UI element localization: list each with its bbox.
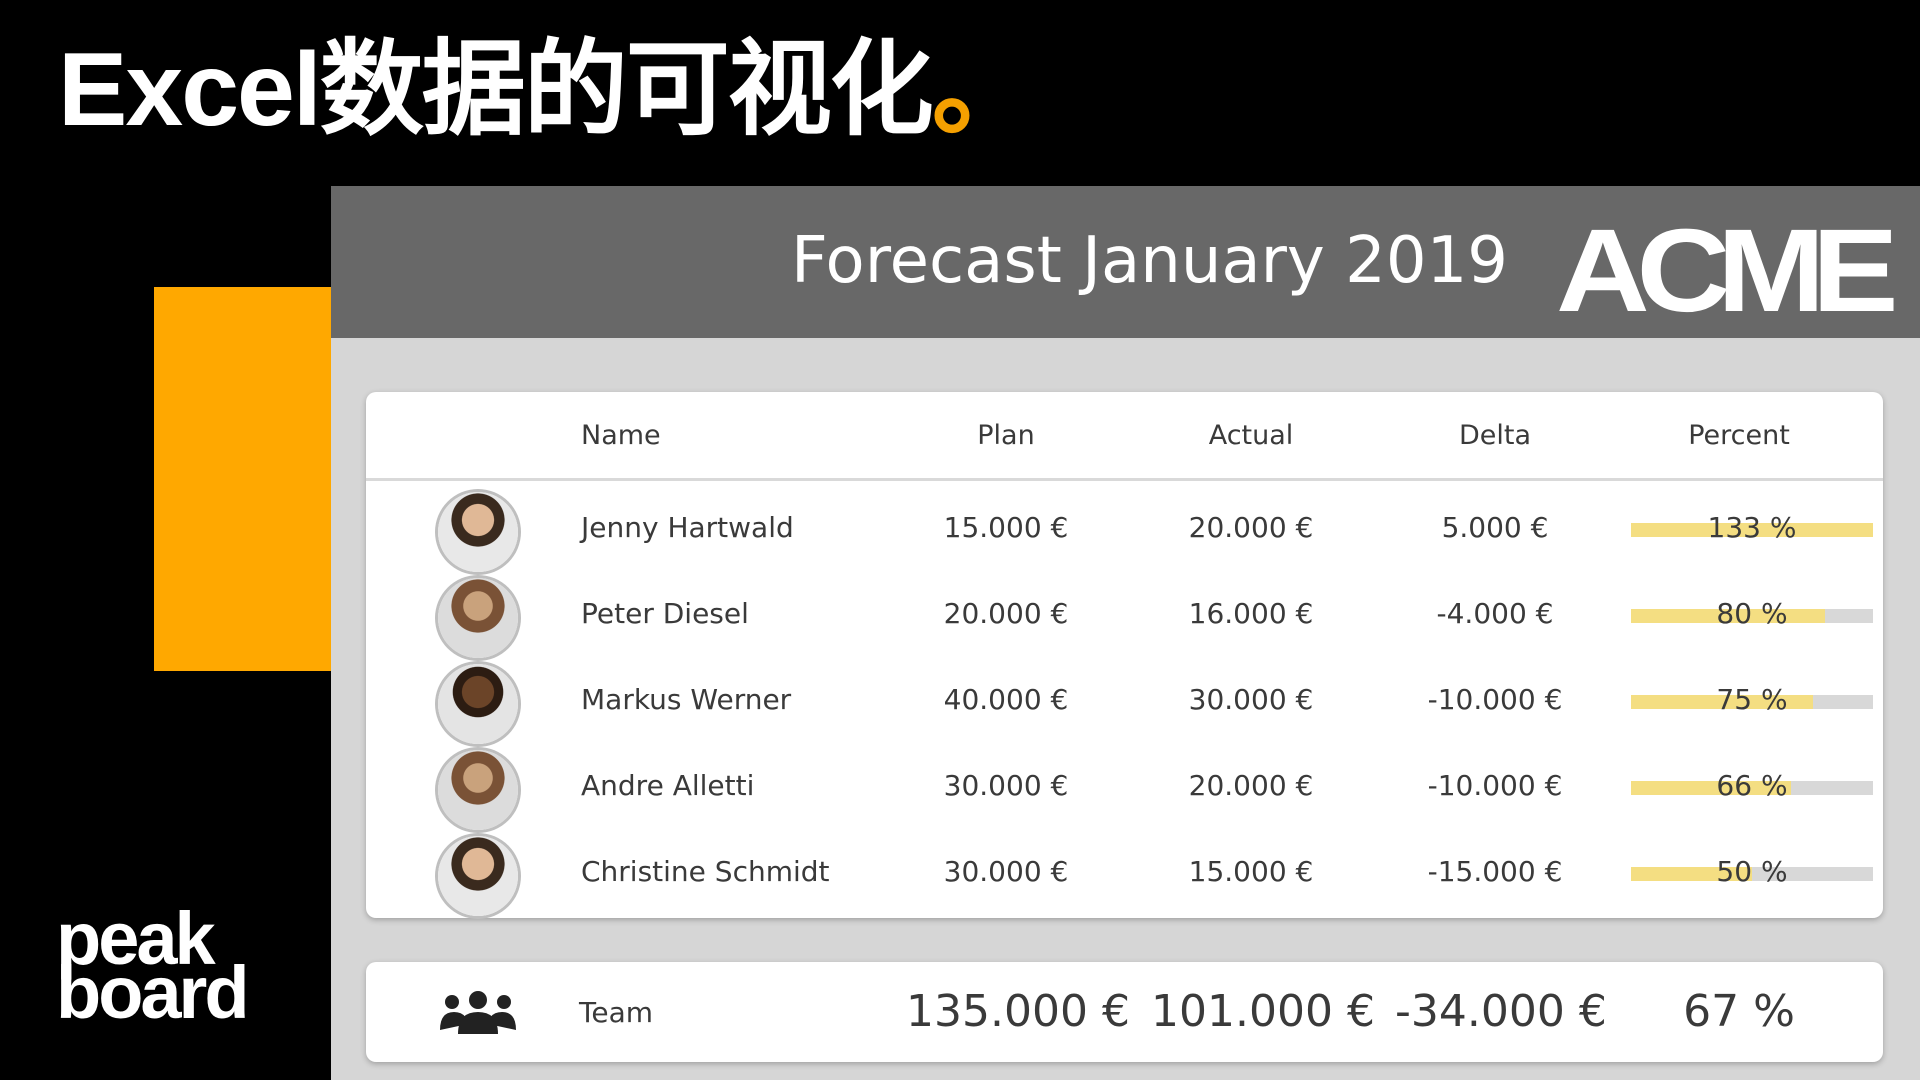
row-plan: 40.000 €: [943, 683, 1069, 716]
percent-label: 80 %: [1716, 597, 1788, 630]
avatar: [438, 664, 518, 744]
team-delta: -34.000 €: [1395, 986, 1607, 1037]
team-summary: Team 135.000 € 101.000 € -34.000 € 67 %: [366, 962, 1883, 1062]
row-delta: -4.000 €: [1436, 597, 1554, 630]
row-actual: 15.000 €: [1188, 855, 1314, 888]
row-actual: 20.000 €: [1188, 511, 1314, 544]
table-row: Jenny Hartwald 15.000 € 20.000 € 5.000 €…: [366, 488, 1883, 574]
row-delta: 5.000 €: [1441, 511, 1549, 544]
percent-label: 66 %: [1716, 769, 1788, 802]
percent-label: 133 %: [1707, 511, 1797, 544]
column-header-actual: Actual: [1208, 420, 1294, 451]
brand-line-2: board: [56, 951, 250, 1034]
team-actual: 101.000 €: [1151, 986, 1375, 1037]
row-name: Markus Werner: [581, 683, 792, 716]
dashboard-title: Forecast January 2019: [791, 224, 1508, 298]
header-divider: [366, 478, 1883, 481]
row-actual: 30.000 €: [1188, 683, 1314, 716]
row-actual: 16.000 €: [1188, 597, 1314, 630]
avatar: [438, 492, 518, 572]
percent-label: 50 %: [1716, 855, 1788, 888]
avatar: [438, 750, 518, 830]
table-row: Peter Diesel 20.000 € 16.000 € -4.000 € …: [366, 574, 1883, 660]
dashboard-panel: Forecast January 2019 ACME Name Plan Act…: [331, 186, 1920, 1080]
row-delta: -10.000 €: [1427, 683, 1563, 716]
accent-block: [154, 287, 332, 671]
column-header-delta: Delta: [1458, 420, 1532, 451]
headline-dot: 。: [931, 32, 1036, 148]
team-plan: 135.000 €: [906, 986, 1130, 1037]
team-label: Team: [579, 996, 654, 1029]
row-actual: 20.000 €: [1188, 769, 1314, 802]
column-header-name: Name: [581, 420, 661, 451]
row-name: Peter Diesel: [581, 597, 749, 630]
forecast-table: Name Plan Actual Delta Percent Jenny Har…: [366, 392, 1883, 918]
slide-headline: Excel数据的可视化。: [58, 32, 1036, 148]
table-row: Andre Alletti 30.000 € 20.000 € -10.000 …: [366, 746, 1883, 832]
row-plan: 30.000 €: [943, 769, 1069, 802]
column-header-plan: Plan: [977, 420, 1035, 451]
percent-label: 75 %: [1716, 683, 1788, 716]
row-name: Jenny Hartwald: [581, 511, 794, 544]
brand-logo: peak board: [56, 902, 250, 1034]
row-plan: 15.000 €: [943, 511, 1069, 544]
row-name: Christine Schmidt: [581, 855, 830, 888]
row-plan: 30.000 €: [943, 855, 1069, 888]
row-plan: 20.000 €: [943, 597, 1069, 630]
row-name: Andre Alletti: [581, 769, 755, 802]
avatar: [438, 836, 518, 916]
table-row: Markus Werner 40.000 € 30.000 € -10.000 …: [366, 660, 1883, 746]
acme-logo: ACME: [1556, 205, 1899, 337]
dashboard-header: Forecast January 2019 ACME: [331, 186, 1920, 338]
team-percent: 67 %: [1683, 986, 1795, 1037]
table-row: Christine Schmidt 30.000 € 15.000 € -15.…: [366, 832, 1883, 918]
team-icon: [440, 991, 516, 1034]
avatar: [438, 578, 518, 658]
row-delta: -10.000 €: [1427, 769, 1563, 802]
column-header-percent: Percent: [1688, 420, 1790, 451]
row-delta: -15.000 €: [1427, 855, 1563, 888]
